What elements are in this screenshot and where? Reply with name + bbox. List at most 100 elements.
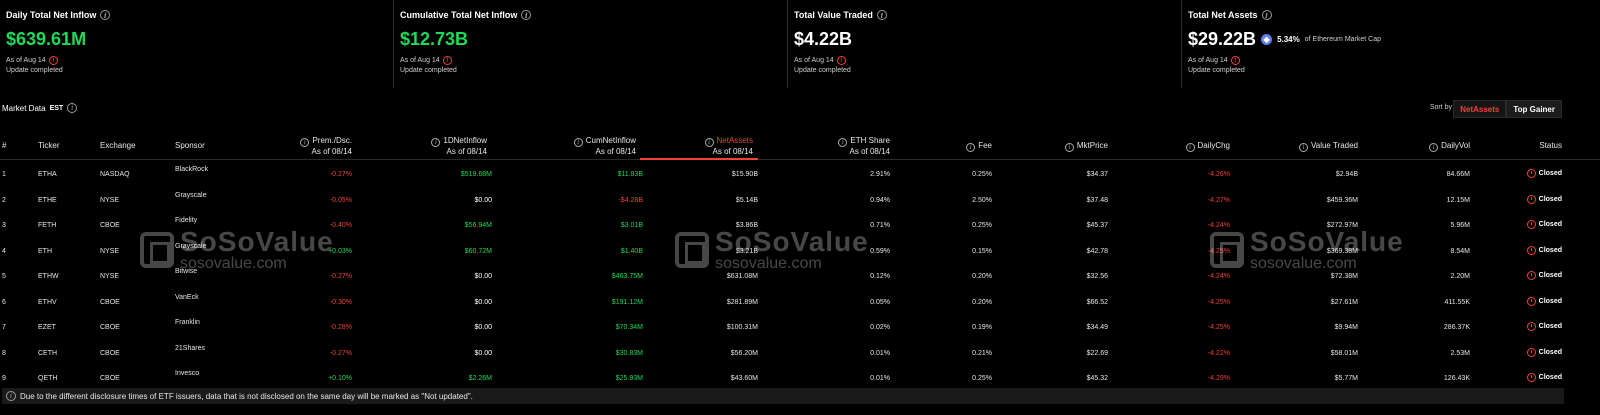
col-net-assets[interactable]: i NetAssets As of 08/14 [704,136,753,156]
col-fee[interactable]: i Fee [966,141,992,152]
info-icon[interactable]: i [67,103,78,113]
col-ticker[interactable]: Ticker [38,141,59,150]
cell-ticker[interactable]: ETHA [38,171,57,178]
table-row[interactable]: 5 ETHW NYSE Bitwise -0.27% $0.00 $463.75M $631.… [0,262,1600,288]
info-icon[interactable]: i [300,138,310,147]
cell-sponsor: BlackRock [175,166,209,173]
col-1d-net-inflow[interactable]: i 1DNetInflow As of 08/14 [431,136,487,156]
sort-top-gainer-button[interactable]: Top Gainer [1506,100,1562,118]
info-icon[interactable]: i [431,138,441,147]
info-icon[interactable]: i [1429,143,1439,152]
cell-sponsor: Bitwise [175,268,198,275]
info-icon[interactable]: i [876,10,887,20]
cell-ticker[interactable]: FETH [38,222,56,229]
alert-icon[interactable]: ! [1230,56,1240,65]
table-row[interactable]: 7 EZET CBOE Franklin -0.28% $0.00 $70.34M $100.… [0,313,1600,339]
cell-ticker[interactable]: ETHV [38,299,57,306]
cell-prem: +0.03% [328,247,352,255]
col-value-traded[interactable]: i Value Traded [1299,141,1358,152]
cell-ticker[interactable]: EZET [38,324,56,331]
alert-icon[interactable]: ! [836,56,846,65]
cell-valuetraded: $9.94M [1334,324,1358,331]
cell-exchange: NYSE [100,196,120,204]
status-badge: Closed [1526,296,1562,306]
timezone-label: EST [49,104,64,112]
sort-by-label: Sort by [1429,104,1452,111]
col-mkt-price[interactable]: i MktPrice [1064,141,1108,152]
cell-valuetraded: $5.77M [1334,375,1358,382]
col-dailyvol-label: DailyVol [1441,141,1470,150]
table-row[interactable]: 2 ETHE NYSE Grayscale -0.05% $0.00 -$4.28B $5.1… [0,186,1600,212]
cell-mktprice: $34.49 [1086,324,1108,331]
col-exchange[interactable]: Exchange [100,141,136,150]
info-icon[interactable]: i [573,138,583,147]
table-row[interactable]: 1 ETHA NASDAQ BlackRock -0.27% $519.68M $11.83… [0,160,1600,186]
info-icon[interactable]: i [1261,10,1272,20]
clock-icon [1526,347,1536,357]
cell-fee: 2.50% [972,196,992,204]
cell-oneday: $519.68M [460,171,492,178]
cell-ticker[interactable]: ETHE [38,197,57,204]
col-cum-net-inflow[interactable]: i CumNetInflow As of 08/14 [573,136,636,156]
info-icon[interactable]: i [100,10,111,20]
cell-dailychg: -4.24% [1207,273,1230,280]
cell-cum: $191.12M [611,298,643,306]
info-icon[interactable]: i [1185,143,1195,152]
market-data-bar: Market Data EST i Sort by NetAssets Top … [0,100,1600,118]
cell-ticker[interactable]: ETHW [38,273,59,280]
status-text: Closed [1538,246,1562,254]
cell-num: 7 [2,324,6,331]
cell-oneday: $56.94M [464,222,492,229]
cell-ticker[interactable]: CETH [38,350,57,357]
cell-dailychg: -4.29% [1207,375,1230,382]
status-text: Closed [1538,272,1562,279]
update-status: Update completed [794,67,851,74]
card-title: Total Value Traded [794,10,873,20]
col-daily-vol[interactable]: i DailyVol [1429,141,1470,152]
cell-ticker[interactable]: QETH [38,375,57,382]
info-icon[interactable]: i [838,138,848,147]
info-icon[interactable]: i [966,143,976,152]
table-row[interactable]: 3 FETH CBOE Fidelity -0.40% $56.94M $3.01B $3.8… [0,211,1600,237]
col-cum-asof: As of 08/14 [595,147,636,156]
cell-fee: 0.20% [972,298,992,306]
col-ethshare-label: ETH Share [850,136,890,145]
etf-table-body: 1 ETHA NASDAQ BlackRock -0.27% $519.68M $11.83… [0,160,1600,390]
cell-fee: 0.15% [972,247,992,255]
col-sponsor[interactable]: Sponsor [175,141,205,150]
cell-prem: -0.05% [329,196,352,204]
cell-num: 8 [2,349,6,357]
card-daily-net-inflow: Daily Total Net Inflow i $639.61M As of A… [0,0,394,88]
alert-icon[interactable]: ! [442,56,452,65]
info-icon[interactable]: i [1064,143,1074,152]
cell-ethshare: 0.59% [870,247,890,255]
clock-icon [1526,373,1536,382]
col-netassets-asof: As of 08/14 [712,147,753,156]
info-icon[interactable]: i [521,10,532,20]
cell-prem: +0.10% [328,375,352,382]
sort-toggle: NetAssets Top Gainer [1453,100,1562,118]
col-daily-chg[interactable]: i DailyChg [1185,141,1230,152]
disclosure-text: Due to the different disclosure times of… [20,391,473,401]
cell-ticker[interactable]: ETH [38,248,52,255]
cell-valuetraded: $58.01M [1330,349,1358,357]
card-value: $29.22B [1188,29,1257,49]
table-row[interactable]: 8 CETH CBOE 21Shares -0.27% $0.00 $30.83M $56.2… [0,339,1600,365]
table-row[interactable]: 6 ETHV CBOE VanEck -0.30% $0.00 $191.12M $281.8… [0,288,1600,314]
cell-dailyvol: 2.53M [1450,349,1470,357]
cell-dailychg: -4.27% [1207,196,1230,204]
table-row[interactable]: 9 QETH CBOE Invesco +0.10% $2.26M $25.93M $43.6… [0,364,1600,390]
cell-valuetraded: $2.94B [1335,171,1358,178]
card-value: $4.22B [794,29,853,49]
info-icon[interactable]: i [1299,143,1308,152]
col-eth-share[interactable]: i ETH Share As of 08/14 [838,136,890,156]
cell-dailyvol: 12.15M [1446,196,1470,204]
sort-netassets-button[interactable]: NetAssets [1453,100,1507,118]
col-prem[interactable]: i Prem./Dsc. As of 08/14 [300,136,352,156]
alert-icon[interactable]: ! [48,56,58,65]
info-icon[interactable]: i [704,138,714,147]
table-row[interactable]: 4 ETH NYSE Grayscale +0.03% $60.72M $1.40B $3.2… [0,237,1600,263]
cell-mktprice: $22.69 [1086,349,1108,357]
cell-valuetraded: $272.97M [1326,222,1358,229]
status-text: Closed [1538,297,1562,305]
